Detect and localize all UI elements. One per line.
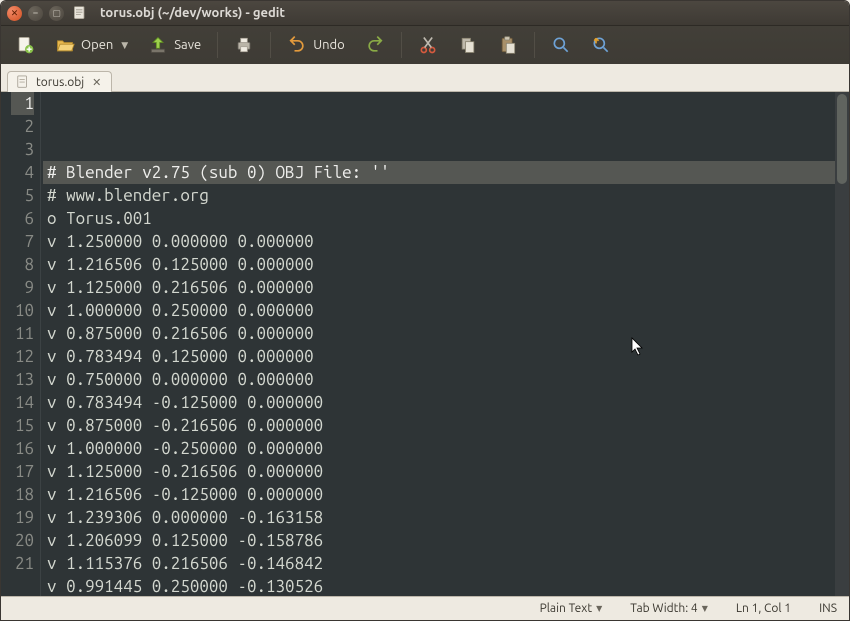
toolbar-separator bbox=[217, 32, 218, 58]
toolbar-separator bbox=[401, 32, 402, 58]
line-number: 11 bbox=[11, 322, 34, 345]
dropdown-arrow-icon: ▼ bbox=[121, 40, 128, 51]
code-line[interactable]: # www.blender.org bbox=[43, 184, 835, 207]
code-line[interactable]: v 1.239306 0.000000 -0.163158 bbox=[43, 506, 835, 529]
copy-icon bbox=[458, 35, 478, 55]
scrollbar-thumb[interactable] bbox=[837, 94, 847, 184]
window-title: torus.obj (~/dev/works) - gedit bbox=[100, 6, 285, 20]
find-replace-button[interactable] bbox=[585, 33, 617, 57]
line-number-gutter: 123456789101112131415161718192021 bbox=[1, 92, 41, 596]
code-line[interactable]: v 1.250000 0.000000 0.000000 bbox=[43, 230, 835, 253]
toolbar-separator bbox=[534, 32, 535, 58]
code-line[interactable]: v 0.875000 0.216506 0.000000 bbox=[43, 322, 835, 345]
code-line[interactable]: o Torus.001 bbox=[43, 207, 835, 230]
undo-button[interactable]: Undo bbox=[281, 33, 351, 57]
line-number: 17 bbox=[11, 460, 34, 483]
code-line[interactable]: v 0.991445 0.250000 -0.130526 bbox=[43, 575, 835, 596]
code-line[interactable]: v 1.206099 0.125000 -0.158786 bbox=[43, 529, 835, 552]
code-line[interactable]: v 1.000000 0.250000 0.000000 bbox=[43, 299, 835, 322]
line-number: 12 bbox=[11, 345, 34, 368]
line-number: 14 bbox=[11, 391, 34, 414]
redo-button[interactable] bbox=[359, 33, 391, 57]
insert-mode-indicator[interactable]: INS bbox=[819, 602, 837, 615]
tab-width-selector[interactable]: Tab Width: 4 ▼ bbox=[630, 602, 708, 615]
toolbar-separator bbox=[270, 32, 271, 58]
tab-close-button[interactable]: ✕ bbox=[90, 76, 103, 89]
undo-icon bbox=[287, 35, 307, 55]
find-button[interactable] bbox=[545, 33, 577, 57]
cursor-position: Ln 1, Col 1 bbox=[736, 602, 791, 615]
save-button[interactable]: Save bbox=[142, 33, 207, 57]
line-number: 15 bbox=[11, 414, 34, 437]
new-file-button[interactable] bbox=[9, 33, 41, 57]
line-number: 16 bbox=[11, 437, 34, 460]
code-line[interactable]: v 1.115376 0.216506 -0.146842 bbox=[43, 552, 835, 575]
status-bar: Plain Text ▼ Tab Width: 4 ▼ Ln 1, Col 1 … bbox=[1, 596, 849, 620]
app-icon bbox=[70, 3, 90, 23]
redo-icon bbox=[365, 35, 385, 55]
file-tab[interactable]: torus.obj ✕ bbox=[7, 71, 112, 92]
code-line[interactable]: v 1.000000 -0.250000 0.000000 bbox=[43, 437, 835, 460]
find-replace-icon bbox=[591, 35, 611, 55]
vertical-scrollbar[interactable] bbox=[835, 92, 849, 596]
code-line[interactable]: v 0.750000 0.000000 0.000000 bbox=[43, 368, 835, 391]
line-number: 2 bbox=[11, 115, 34, 138]
file-icon bbox=[16, 75, 30, 89]
window-close-button[interactable]: ✕ bbox=[7, 6, 22, 21]
open-button[interactable]: Open ▼ bbox=[49, 33, 134, 57]
line-number: 10 bbox=[11, 299, 34, 322]
syntax-mode-selector[interactable]: Plain Text ▼ bbox=[540, 602, 603, 615]
paste-icon bbox=[498, 35, 518, 55]
copy-button[interactable] bbox=[452, 33, 484, 57]
tab-width-label: Tab Width: 4 bbox=[630, 602, 697, 615]
code-line[interactable]: v 1.216506 0.125000 0.000000 bbox=[43, 253, 835, 276]
code-area[interactable]: # Blender v2.75 (sub 0) OBJ File: ''# ww… bbox=[41, 92, 835, 596]
dropdown-arrow-icon: ▼ bbox=[702, 604, 708, 613]
cut-icon bbox=[418, 35, 438, 55]
code-line[interactable]: v 1.125000 -0.216506 0.000000 bbox=[43, 460, 835, 483]
window-minimize-button[interactable]: – bbox=[28, 6, 43, 21]
code-line[interactable]: v 0.783494 -0.125000 0.000000 bbox=[43, 391, 835, 414]
line-number: 6 bbox=[11, 207, 34, 230]
window-maximize-button[interactable]: ▢ bbox=[49, 6, 64, 21]
cut-button[interactable] bbox=[412, 33, 444, 57]
tab-bar: torus.obj ✕ bbox=[1, 64, 849, 92]
line-number: 4 bbox=[11, 161, 34, 184]
dropdown-arrow-icon: ▼ bbox=[596, 604, 602, 613]
line-number: 13 bbox=[11, 368, 34, 391]
code-line[interactable]: v 1.216506 -0.125000 0.000000 bbox=[43, 483, 835, 506]
undo-label: Undo bbox=[313, 38, 345, 52]
line-number: 7 bbox=[11, 230, 34, 253]
line-number: 8 bbox=[11, 253, 34, 276]
tab-label: torus.obj bbox=[36, 76, 84, 89]
new-file-icon bbox=[15, 35, 35, 55]
code-line[interactable]: v 0.783494 0.125000 0.000000 bbox=[43, 345, 835, 368]
line-number: 21 bbox=[11, 552, 34, 575]
save-icon bbox=[148, 35, 168, 55]
open-folder-icon bbox=[55, 35, 75, 55]
code-line[interactable]: v 1.125000 0.216506 0.000000 bbox=[43, 276, 835, 299]
code-line[interactable]: # Blender v2.75 (sub 0) OBJ File: '' bbox=[43, 161, 835, 184]
line-number: 19 bbox=[11, 506, 34, 529]
save-label: Save bbox=[174, 38, 201, 52]
line-number: 18 bbox=[11, 483, 34, 506]
open-label: Open bbox=[81, 38, 113, 52]
print-button[interactable] bbox=[228, 33, 260, 57]
line-number: 9 bbox=[11, 276, 34, 299]
paste-button[interactable] bbox=[492, 33, 524, 57]
toolbar: Open ▼ Save Undo bbox=[1, 26, 849, 64]
syntax-mode-label: Plain Text bbox=[540, 602, 593, 615]
line-number: 3 bbox=[11, 138, 34, 161]
app-window: ✕ – ▢ torus.obj (~/dev/works) - gedit Op… bbox=[0, 0, 850, 621]
find-icon bbox=[551, 35, 571, 55]
line-number: 5 bbox=[11, 184, 34, 207]
line-number: 1 bbox=[11, 92, 34, 115]
editor: 123456789101112131415161718192021 # Blen… bbox=[1, 92, 849, 596]
print-icon bbox=[234, 35, 254, 55]
titlebar: ✕ – ▢ torus.obj (~/dev/works) - gedit bbox=[1, 1, 849, 26]
line-number: 20 bbox=[11, 529, 34, 552]
code-line[interactable]: v 0.875000 -0.216506 0.000000 bbox=[43, 414, 835, 437]
